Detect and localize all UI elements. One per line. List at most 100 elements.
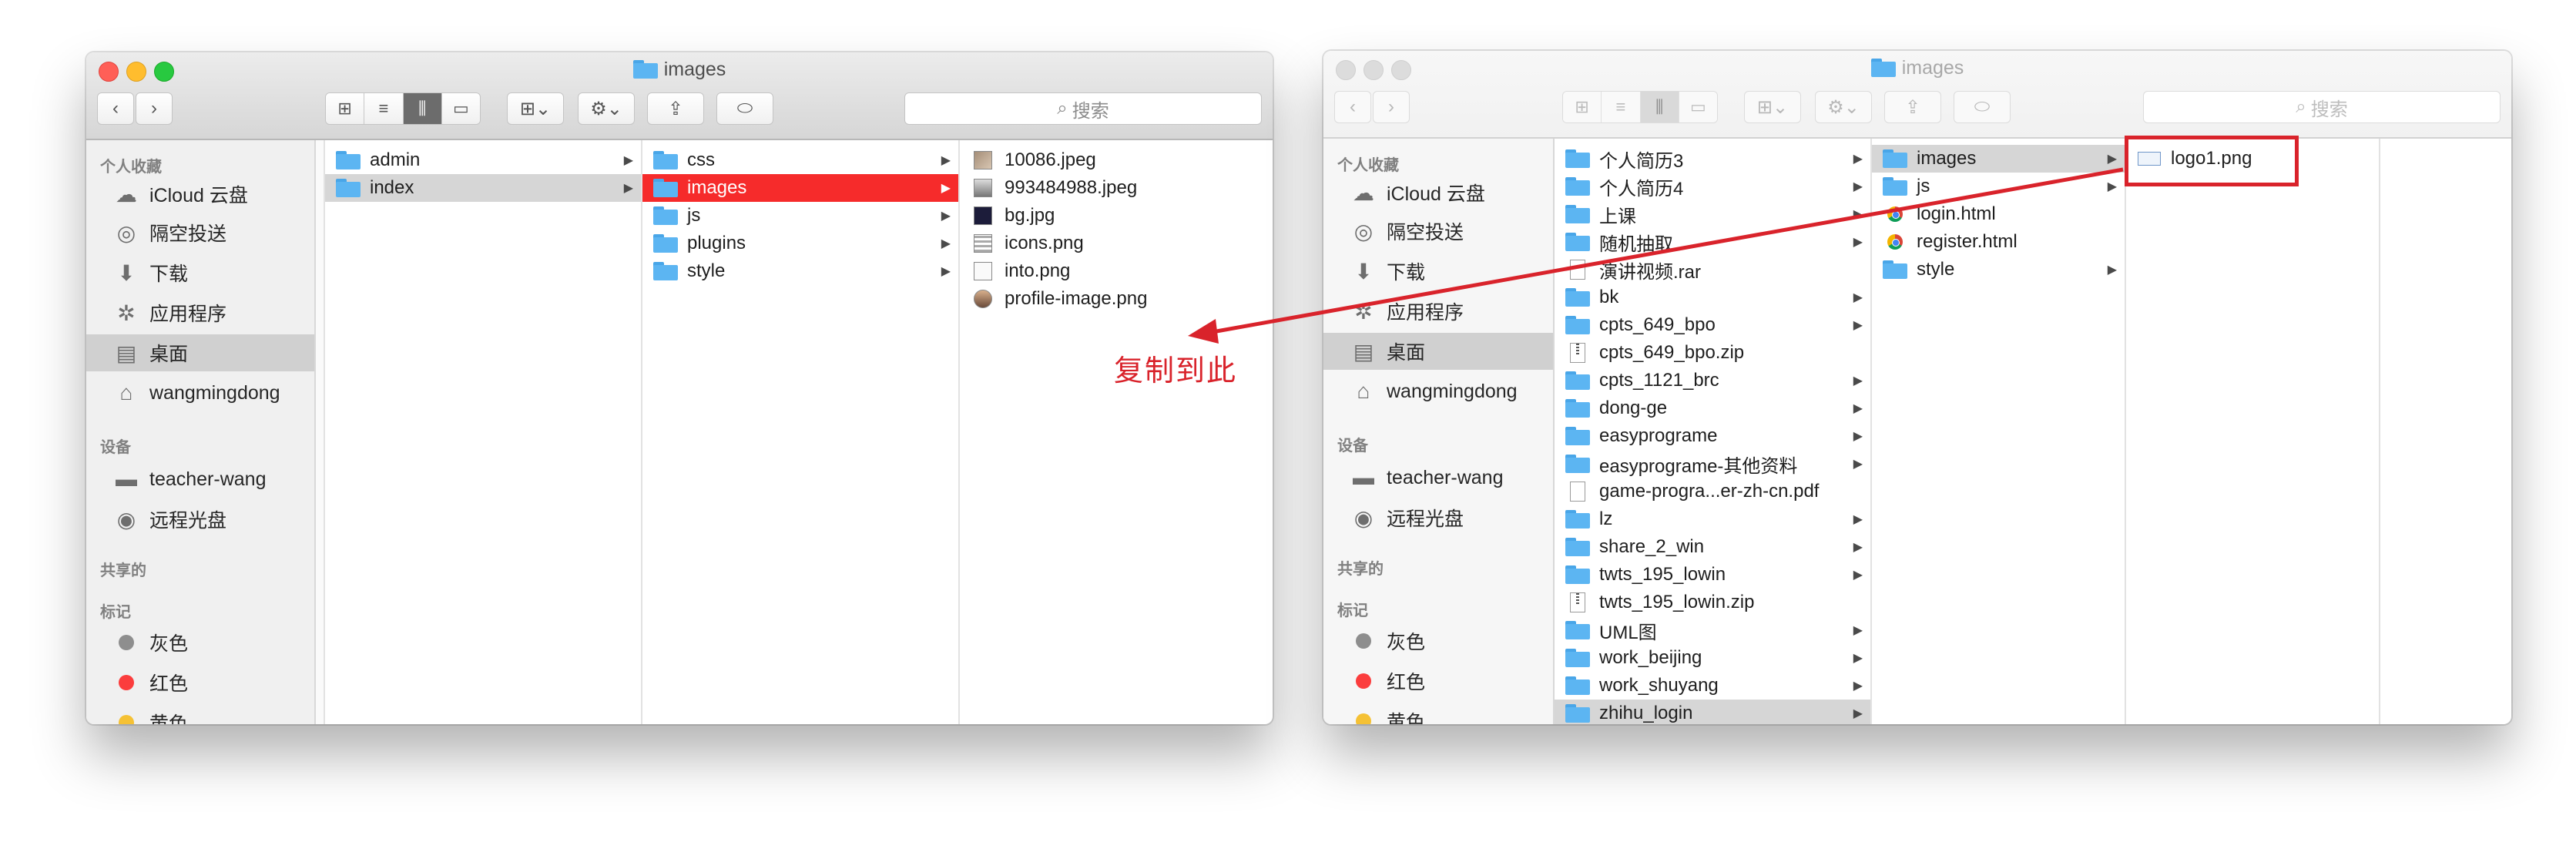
view-mode-switcher: ⊞ ≡ ⫼ ▭ (1562, 91, 1718, 123)
file-row[interactable]: into.png (960, 257, 1273, 285)
folder-row[interactable]: index ▶ (325, 174, 641, 202)
sidebar-item-device[interactable]: ▬ teacher-wang (1323, 459, 1553, 496)
folder-row[interactable]: images ▶ (642, 174, 958, 202)
folder-row[interactable]: 随机抽取 ▶ (1555, 228, 1870, 256)
folder-row[interactable]: css ▶ (642, 146, 958, 174)
row-icon (1565, 315, 1590, 335)
forward-button[interactable]: › (1373, 91, 1410, 123)
file-row[interactable]: login.html (1872, 200, 2125, 228)
sidebar-item-device[interactable]: ▬ teacher-wang (86, 461, 314, 498)
folder-row[interactable]: cpts_649_bpo ▶ (1555, 311, 1870, 339)
column-collapsed (316, 140, 325, 724)
folder-row[interactable]: js ▶ (642, 202, 958, 230)
tags-button[interactable]: ⬭ (1954, 91, 2011, 123)
sidebar-item-desktop[interactable]: ▤ 桌面 (1323, 333, 1553, 370)
sidebar-tag-red[interactable]: 红色 (86, 664, 314, 701)
folder-row[interactable]: easyprograme ▶ (1555, 422, 1870, 450)
folder-row[interactable]: admin ▶ (325, 146, 641, 174)
folder-row[interactable]: cpts_1121_brc ▶ (1555, 367, 1870, 394)
back-button[interactable]: ‹ (1334, 91, 1371, 123)
list-view-button[interactable]: ≡ (1602, 92, 1641, 122)
share-button[interactable]: ⇪ (1884, 91, 1941, 123)
column-view-button[interactable]: ⫼ (403, 93, 442, 124)
folder-row[interactable]: 个人简历4 ▶ (1555, 173, 1870, 200)
folder-icon (653, 206, 678, 225)
group-button[interactable]: ⊞⌄ (507, 92, 564, 125)
sidebar-item-remote-disc[interactable]: ◉ 远程光盘 (1323, 499, 1553, 536)
sidebar-item-remote-disc[interactable]: ◉ 远程光盘 (86, 501, 314, 538)
search-field[interactable]: ⌕ 搜索 (904, 92, 1262, 125)
action-button[interactable]: ⚙⌄ (1815, 91, 1872, 123)
disclosure-arrow-icon: ▶ (1853, 569, 1863, 582)
sidebar-item-airdrop[interactable]: ◎ 隔空投送 (1323, 213, 1553, 250)
folder-row[interactable]: share_2_win ▶ (1555, 533, 1870, 561)
file-row[interactable]: profile-image.png (960, 285, 1273, 313)
sidebar-item-home[interactable]: ⌂ wangmingdong (1323, 373, 1553, 410)
sidebar-tag-yellow[interactable]: 黄色 (86, 704, 314, 724)
sidebar-item-icloud[interactable]: ☁ iCloud 云盘 (86, 176, 314, 213)
folder-row[interactable]: 个人简历3 ▶ (1555, 145, 1870, 173)
back-button[interactable]: ‹ (97, 92, 134, 125)
file-row[interactable]: game-progra...er-zh-cn.pdf (1555, 478, 1870, 505)
folder-icon (1565, 427, 1590, 445)
folder-row[interactable]: zhihu_login ▶ (1555, 700, 1870, 724)
sidebar-item-applications[interactable]: ✲ 应用程序 (1323, 293, 1553, 330)
folder-row[interactable]: 上课 ▶ (1555, 200, 1870, 228)
sidebar-item-applications[interactable]: ✲ 应用程序 (86, 294, 314, 331)
file-row[interactable]: 演讲视频.rar (1555, 256, 1870, 284)
folder-row[interactable]: work_beijing ▶ (1555, 644, 1870, 672)
folder-row[interactable]: UML图 ▶ (1555, 616, 1870, 644)
sidebar-item-downloads[interactable]: ⬇ 下载 (86, 254, 314, 291)
group-button[interactable]: ⊞⌄ (1744, 91, 1801, 123)
sidebar-tag-red[interactable]: 红色 (1323, 663, 1553, 700)
sidebar-item-airdrop[interactable]: ◎ 隔空投送 (86, 214, 314, 251)
sidebar-item-home[interactable]: ⌂ wangmingdong (86, 374, 314, 411)
search-field[interactable]: ⌕ 搜索 (2143, 91, 2501, 123)
share-button[interactable]: ⇪ (647, 92, 704, 125)
file-row[interactable]: 10086.jpeg (960, 146, 1273, 174)
sidebar-item-desktop[interactable]: ▤ 桌面 (86, 334, 314, 371)
folder-row[interactable]: lz ▶ (1555, 505, 1870, 533)
file-row[interactable]: bg.jpg (960, 202, 1273, 230)
folder-row[interactable]: twts_195_lowin ▶ (1555, 561, 1870, 589)
folder-row[interactable]: plugins ▶ (642, 230, 958, 257)
file-row[interactable]: icons.png (960, 230, 1273, 257)
file-row[interactable]: 993484988.jpeg (960, 174, 1273, 202)
row-icon (336, 178, 361, 198)
folder-row[interactable]: images ▶ (1872, 145, 2125, 173)
list-view-button[interactable]: ≡ (364, 93, 404, 124)
gallery-view-button[interactable]: ▭ (441, 93, 480, 124)
sidebar-tag-yellow[interactable]: 黄色 (1323, 703, 1553, 724)
sidebar-item-downloads[interactable]: ⬇ 下载 (1323, 253, 1553, 290)
icon-view-button[interactable]: ⊞ (1563, 92, 1602, 122)
row-label: 个人简历4 (1599, 178, 1684, 200)
folder-row[interactable]: style ▶ (1872, 256, 2125, 284)
sidebar-tag-gray[interactable]: 灰色 (86, 624, 314, 661)
file-row[interactable]: cpts_649_bpo.zip (1555, 339, 1870, 367)
tags-button[interactable]: ⬭ (716, 92, 773, 125)
folder-row[interactable]: js ▶ (1872, 173, 2125, 200)
folder-row[interactable]: easyprograme-其他资料 ▶ (1555, 450, 1870, 478)
file-row[interactable]: register.html (1872, 228, 2125, 256)
sidebar-tag-gray[interactable]: 灰色 (1323, 622, 1553, 659)
cloud-icon: ☁ (1353, 180, 1374, 205)
image-thumbnail-icon (974, 179, 992, 197)
column-view-button[interactable]: ⫼ (1640, 92, 1679, 122)
sidebar-item-label: iCloud 云盘 (1387, 183, 1485, 205)
folder-row[interactable]: bk ▶ (1555, 284, 1870, 311)
forward-button[interactable]: › (136, 92, 173, 125)
sidebar-item-label: 桌面 (1387, 342, 1426, 364)
file-row[interactable]: twts_195_lowin.zip (1555, 589, 1870, 616)
icon-view-button[interactable]: ⊞ (326, 93, 365, 124)
group-icon: ⊞⌄ (519, 98, 552, 119)
action-button[interactable]: ⚙⌄ (578, 92, 635, 125)
disclosure-arrow-icon: ▶ (2107, 180, 2117, 193)
image-thumbnail-icon (974, 151, 992, 169)
folder-row[interactable]: dong-ge ▶ (1555, 394, 1870, 422)
sidebar-item-icloud[interactable]: ☁ iCloud 云盘 (1323, 174, 1553, 211)
folder-icon (1565, 316, 1590, 334)
folder-row[interactable]: style ▶ (642, 257, 958, 285)
folder-row[interactable]: work_shuyang ▶ (1555, 672, 1870, 700)
gallery-view-button[interactable]: ▭ (1679, 92, 1717, 122)
desktop-icon: ▤ (1353, 339, 1374, 364)
